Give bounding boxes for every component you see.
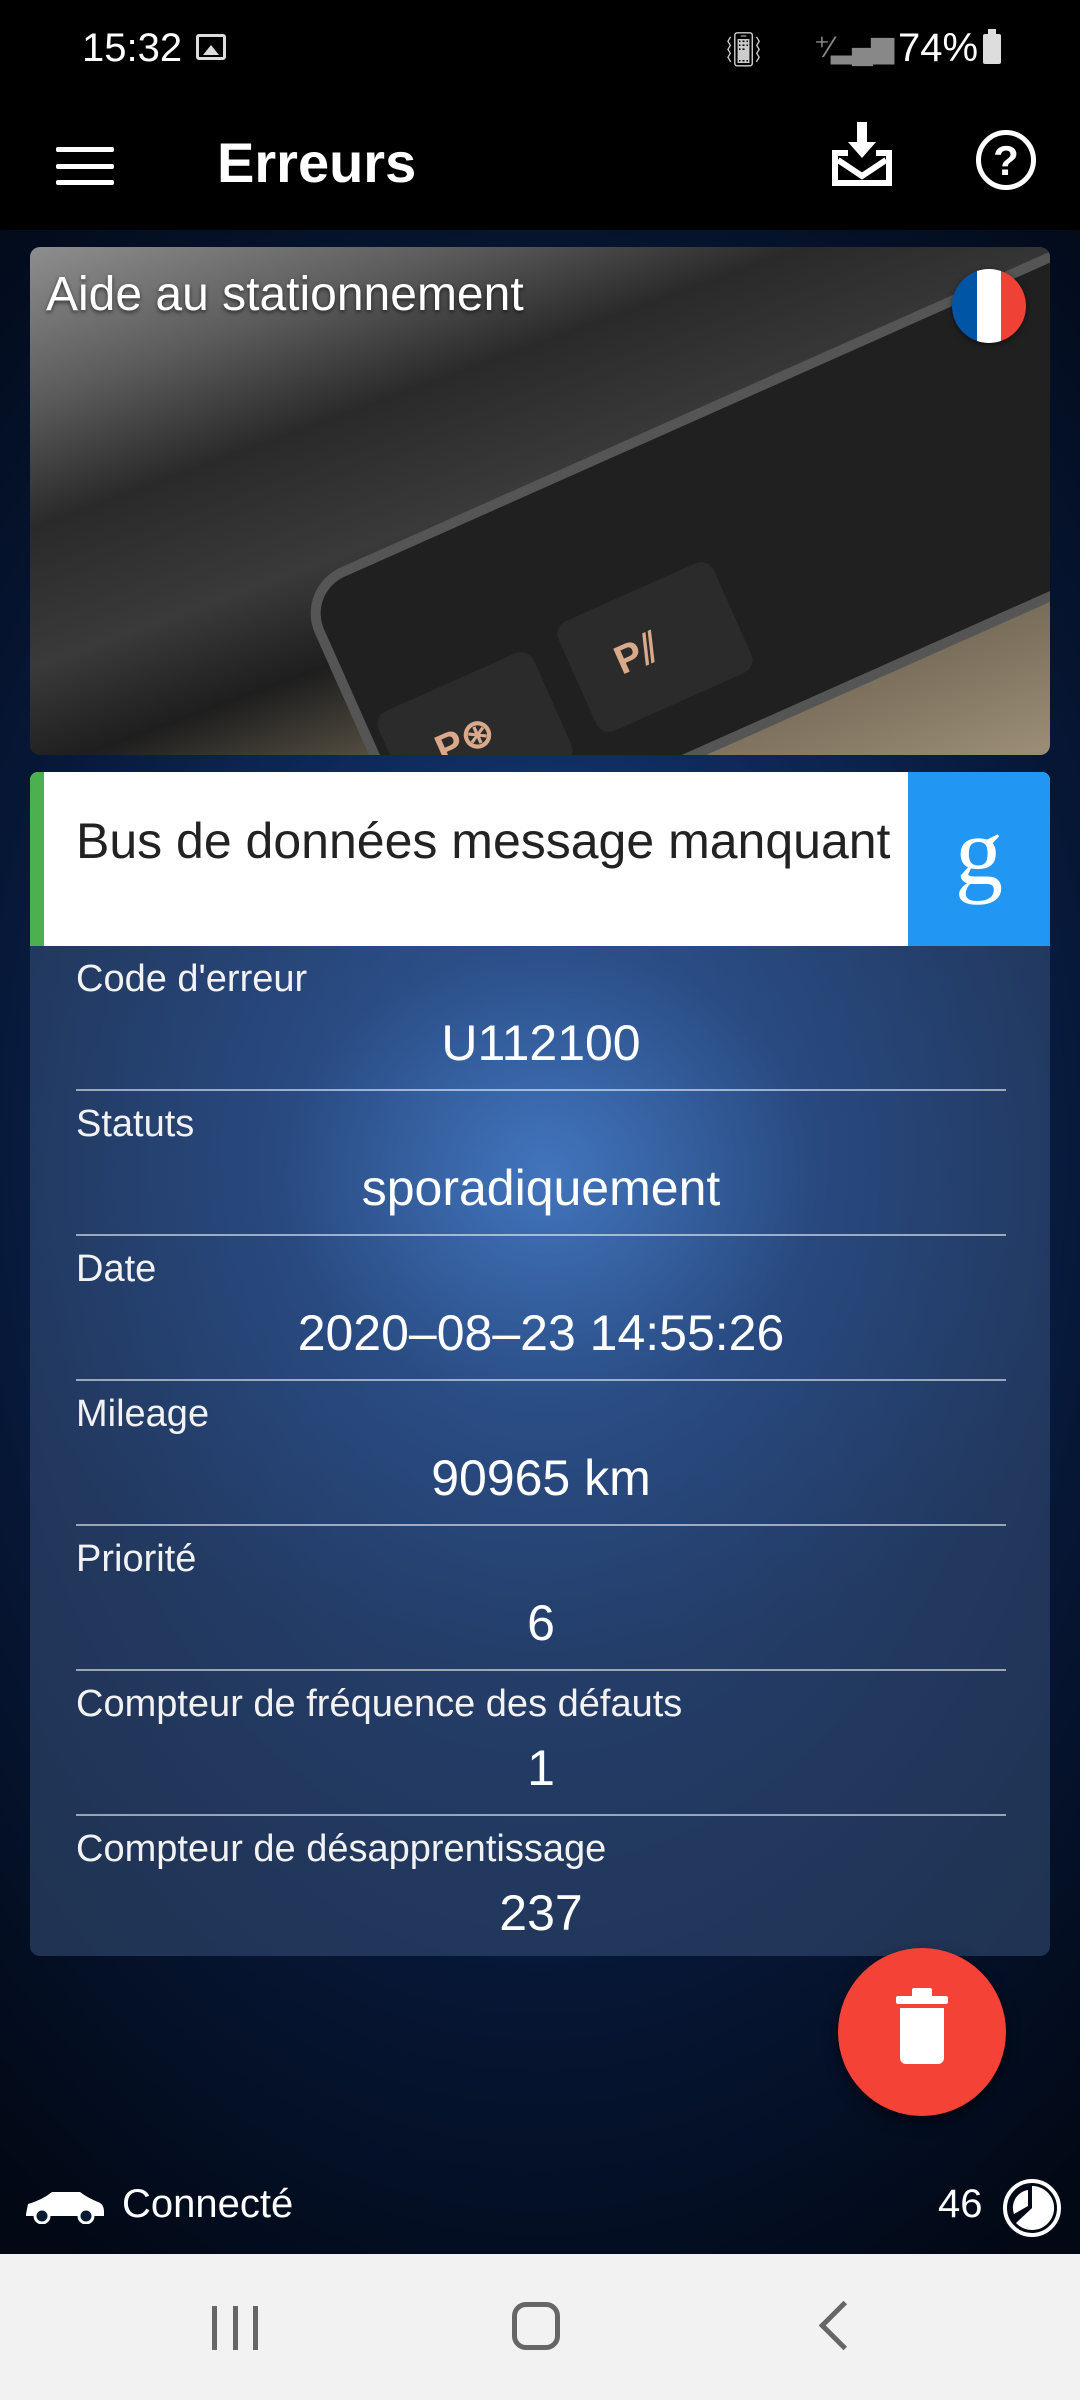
status-bar: 15:32 📳︎ ⁺⁄▂▄▆ 74%	[0, 0, 1080, 100]
detail-value: 90965 km	[431, 1450, 651, 1506]
image-icon	[196, 34, 226, 60]
app-bar: Erreurs ?	[0, 100, 1080, 230]
page-title: Erreurs	[217, 131, 417, 194]
banner-title: Aide au stationnement	[46, 268, 524, 321]
status-time: 15:32	[82, 26, 183, 70]
menu-icon[interactable]	[56, 147, 114, 185]
detail-row-mileage: Mileage 90965 km	[76, 1381, 1006, 1526]
detail-label: Code d'erreur	[76, 958, 308, 1000]
error-description: Bus de données message manquant	[76, 813, 891, 869]
help-icon[interactable]: ?	[976, 130, 1036, 190]
battery-percent: 74%	[898, 26, 979, 70]
detail-label: Statuts	[76, 1103, 195, 1145]
pie-chart-icon[interactable]	[1002, 2178, 1062, 2238]
recent-apps-icon[interactable]	[212, 2306, 258, 2350]
detail-row-code: Code d'erreur U112100	[76, 946, 1006, 1091]
detail-row-status: Statuts sporadiquement	[76, 1091, 1006, 1236]
home-icon[interactable]	[512, 2302, 560, 2350]
detail-label: Compteur de fréquence des défauts	[76, 1683, 683, 1725]
system-nav-bar	[0, 2254, 1080, 2400]
detail-row-frequency: Compteur de fréquence des défauts 1	[76, 1671, 1006, 1816]
detail-row-priority: Priorité 6	[76, 1526, 1006, 1671]
detail-value: 6	[527, 1595, 555, 1651]
category-banner: P⊛ P⫽ Aide au stationnement	[30, 247, 1050, 755]
detail-label: Priorité	[76, 1538, 197, 1580]
detail-label: Mileage	[76, 1393, 210, 1435]
google-search-button[interactable]: g	[908, 772, 1050, 946]
detail-label: Date	[76, 1248, 157, 1290]
battery-icon	[983, 29, 1001, 64]
connection-footer: Connecté 46	[0, 2170, 1080, 2250]
detail-value: 2020–08–23 14:55:26	[297, 1305, 785, 1361]
french-flag-icon[interactable]	[952, 269, 1026, 343]
connection-status: Connecté	[122, 2182, 294, 2226]
error-details: Code d'erreur U112100 Statuts sporadique…	[30, 946, 1050, 1956]
delete-button[interactable]	[838, 1948, 1006, 2116]
back-icon[interactable]	[818, 2300, 869, 2351]
detail-value: 237	[499, 1885, 583, 1941]
status-accent-bar	[30, 772, 44, 946]
error-count: 46	[938, 2182, 983, 2226]
detail-row-unlearn: Compteur de désapprentissage 237	[76, 1816, 1006, 1959]
car-icon	[26, 2192, 104, 2224]
inbox-download-icon[interactable]	[826, 120, 898, 192]
signal-icon: ⁺⁄▂▄▆	[814, 31, 894, 64]
detail-value: sporadiquement	[361, 1160, 721, 1216]
vibrate-icon: 📳︎	[722, 31, 766, 69]
error-description-card: Bus de données message manquant g	[30, 772, 1050, 946]
detail-value: U112100	[441, 1015, 641, 1071]
detail-row-date: Date 2020–08–23 14:55:26	[76, 1236, 1006, 1381]
detail-value: 1	[527, 1740, 555, 1796]
detail-label: Compteur de désapprentissage	[76, 1828, 607, 1870]
